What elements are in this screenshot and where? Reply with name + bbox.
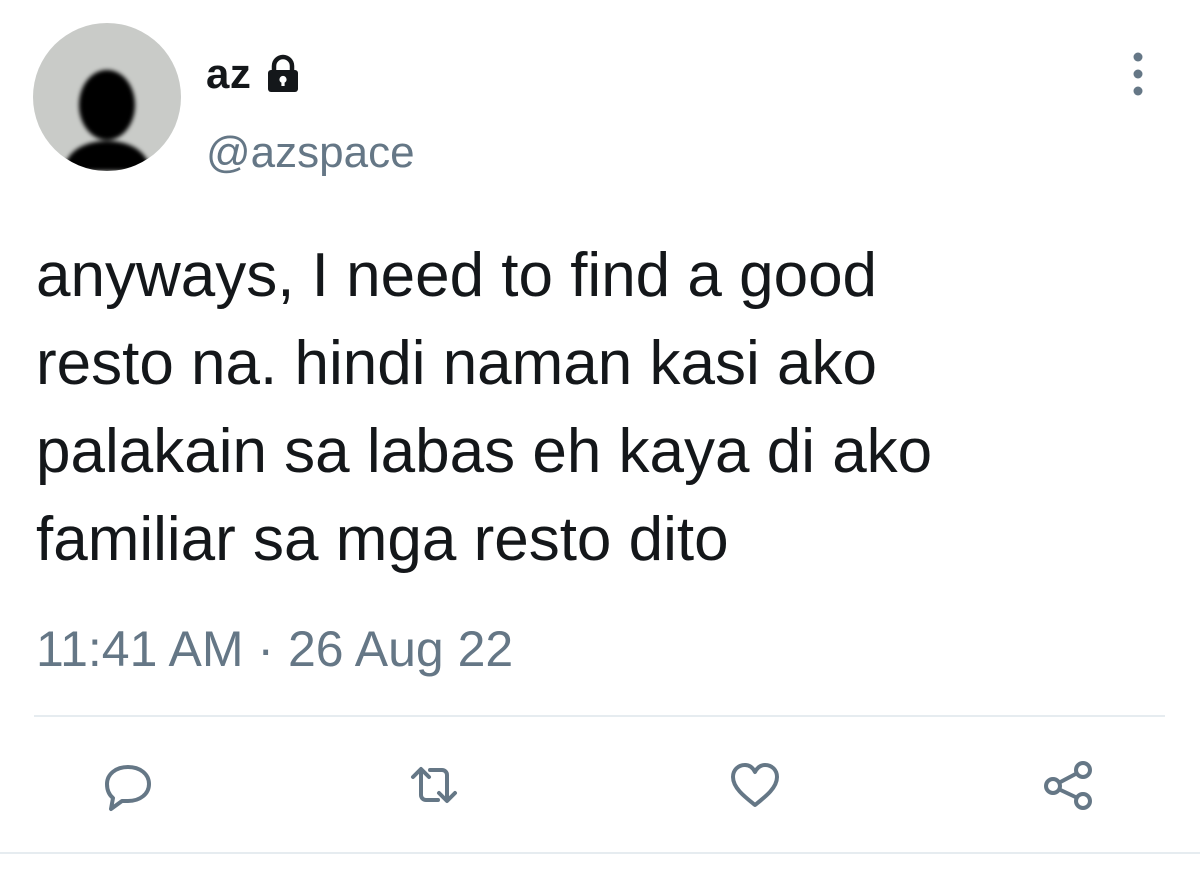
tweet-text: anyways, I need to find a good resto na.… bbox=[36, 232, 1166, 584]
share-icon bbox=[1044, 761, 1092, 810]
tweet-text-line: palakain sa labas eh kaya di ako bbox=[36, 417, 933, 486]
default-profile-icon bbox=[63, 70, 151, 171]
author-name-row: az bbox=[206, 44, 303, 104]
more-vertical-icon[interactable] bbox=[1122, 48, 1154, 100]
tweet-text-line: familiar sa mga resto dito bbox=[36, 505, 729, 574]
like-button[interactable] bbox=[725, 755, 785, 815]
display-name[interactable]: az bbox=[206, 50, 251, 98]
divider bbox=[0, 852, 1200, 854]
user-handle[interactable]: @azspace bbox=[206, 128, 415, 178]
tweet-card: az @azspace anyways, I need to find a go… bbox=[0, 0, 1200, 870]
tweet-timestamp[interactable]: 11:41 AM · 26 Aug 22 bbox=[36, 620, 513, 678]
reply-button[interactable] bbox=[98, 755, 158, 815]
reply-icon bbox=[105, 765, 151, 811]
retweet-button[interactable] bbox=[404, 755, 464, 815]
divider bbox=[34, 715, 1165, 717]
tweet-text-line: anyways, I need to find a good bbox=[36, 241, 878, 310]
lock-icon bbox=[263, 54, 303, 94]
share-button[interactable] bbox=[1038, 755, 1098, 815]
avatar[interactable] bbox=[33, 23, 181, 171]
retweet-icon bbox=[411, 767, 457, 803]
heart-icon bbox=[731, 763, 779, 807]
tweet-text-line: resto na. hindi naman kasi ako bbox=[36, 329, 877, 398]
